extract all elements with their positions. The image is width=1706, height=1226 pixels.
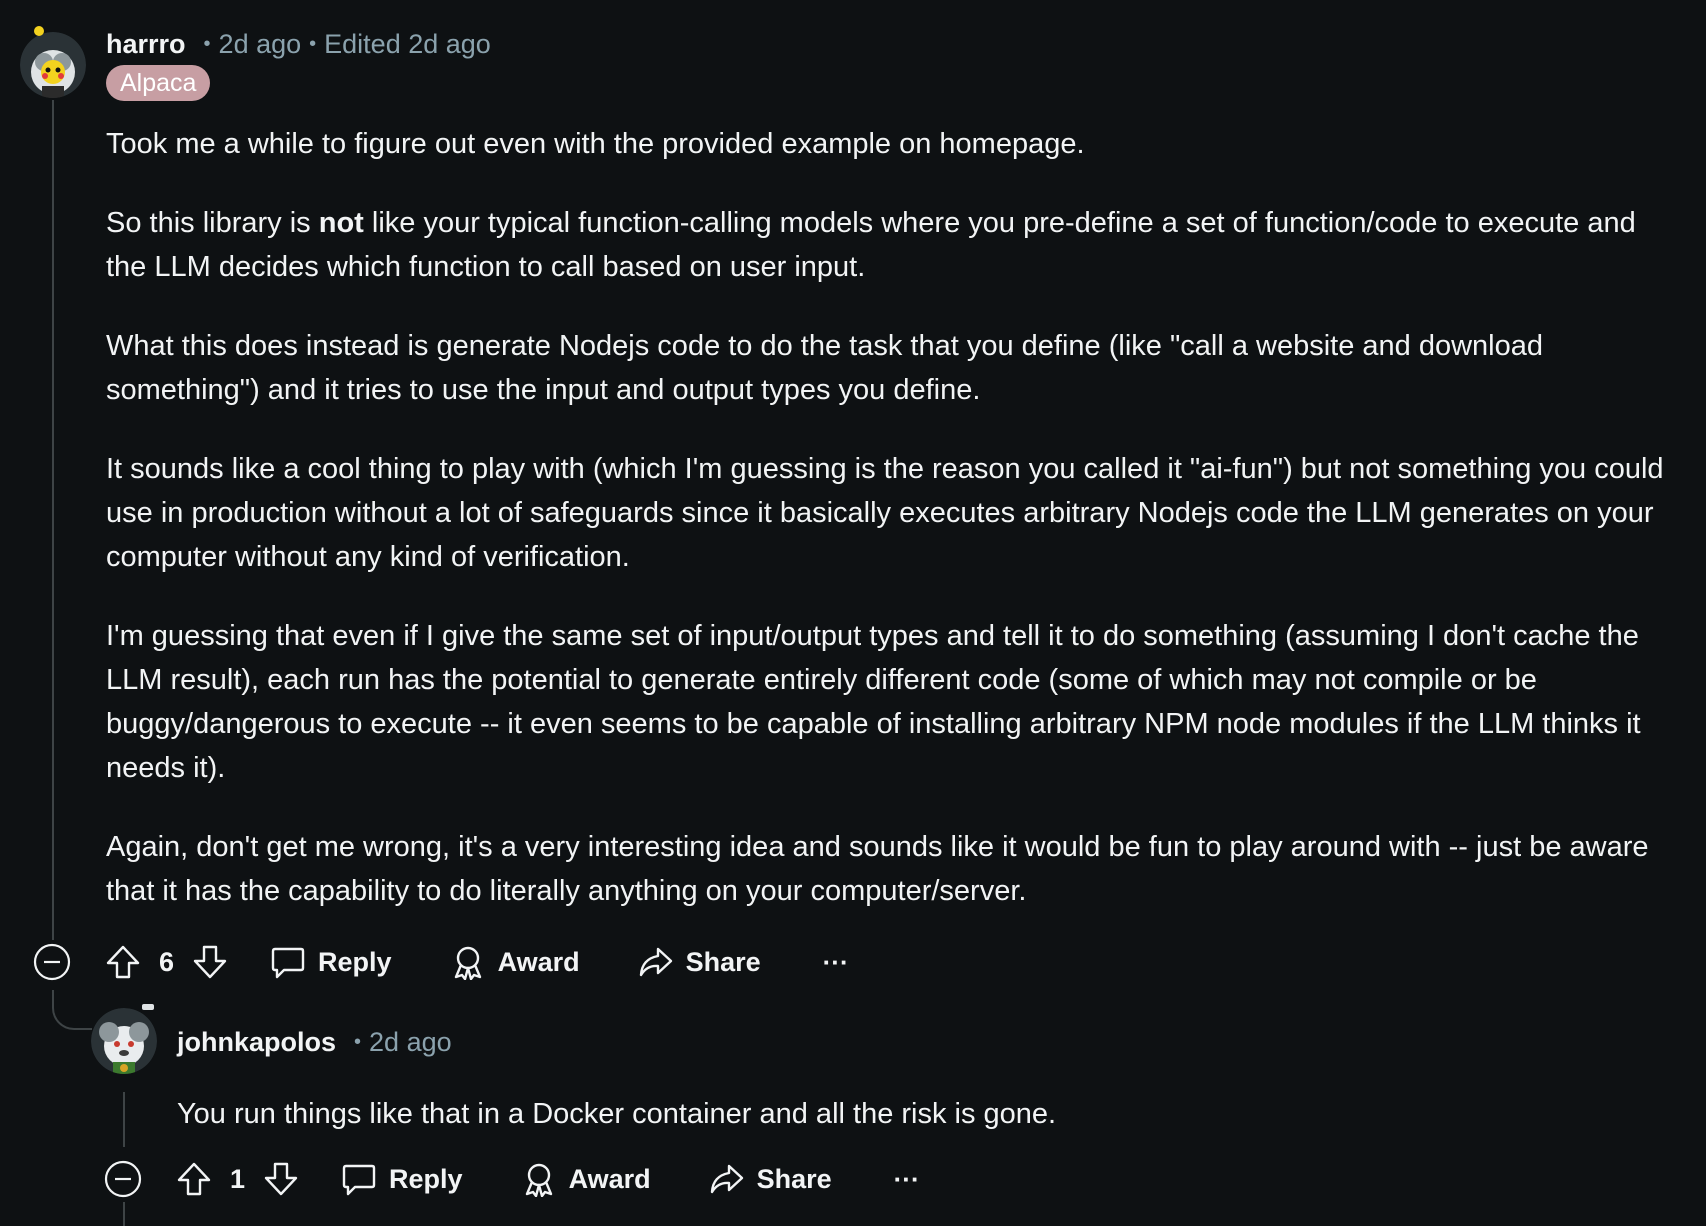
reply-button[interactable]: Reply: [270, 944, 392, 980]
share-button[interactable]: Share: [638, 944, 761, 980]
award-label: Award: [497, 946, 580, 977]
author-name[interactable]: harrro: [106, 29, 186, 60]
paragraph: It sounds like a cool thing to play with…: [106, 453, 1664, 573]
vote-count: 1: [230, 1163, 246, 1194]
reply-icon: [270, 944, 306, 980]
paragraph-text: So this library is: [106, 207, 319, 239]
edited-label: Edited 2d ago: [324, 28, 491, 59]
collapse-icon[interactable]: [104, 1160, 142, 1198]
upvote-icon[interactable]: [176, 1161, 212, 1197]
bold-text: not: [318, 207, 364, 239]
timestamp[interactable]: 2d ago: [369, 1027, 452, 1058]
reply-label: Reply: [389, 1163, 463, 1194]
separator-dot: •: [309, 32, 317, 55]
comment-body: You run things like that in a Docker con…: [177, 1092, 1657, 1136]
thread-branch: [52, 990, 92, 1030]
timestamp[interactable]: 2d ago: [219, 29, 302, 60]
award-button[interactable]: Award: [450, 944, 580, 980]
downvote-icon[interactable]: [192, 944, 228, 980]
avatar[interactable]: [91, 1008, 157, 1074]
paragraph: You run things like that in a Docker con…: [177, 1098, 1057, 1130]
share-icon: [709, 1161, 745, 1197]
paragraph: Again, don't get me wrong, it's a very i…: [106, 831, 1649, 907]
paragraph: I'm guessing that even if I give the sam…: [106, 620, 1641, 784]
action-bar: 1 Reply Award Share ···: [104, 1154, 920, 1204]
share-label: Share: [685, 946, 761, 977]
snoo-badge-icon: [142, 1004, 154, 1010]
thread-line-reply[interactable]: [123, 1092, 125, 1147]
thread-line-reply-lower[interactable]: [123, 1202, 125, 1226]
separator-dot: •: [354, 1030, 362, 1053]
author-name[interactable]: johnkapolos: [177, 1027, 336, 1058]
paragraph: Took me a while to figure out even with …: [106, 128, 1085, 160]
vote-count: 6: [159, 946, 175, 977]
award-icon: [450, 944, 486, 980]
more-icon[interactable]: ···: [823, 947, 849, 978]
comment-body: Took me a while to figure out even with …: [106, 122, 1676, 948]
online-dot-icon: [34, 26, 44, 36]
collapse-icon[interactable]: [33, 943, 71, 981]
separator-dot: •: [203, 32, 211, 55]
avatar[interactable]: [20, 32, 86, 98]
action-bar: 6 Reply Award Share ···: [33, 937, 849, 987]
more-icon[interactable]: ···: [894, 1164, 920, 1195]
comment-meta: harrro • 2d ago • Edited 2d ago: [106, 26, 491, 62]
award-button[interactable]: Award: [521, 1161, 651, 1197]
reply-button[interactable]: Reply: [341, 1161, 463, 1197]
reply-label: Reply: [318, 946, 392, 977]
user-flair: Alpaca: [106, 65, 211, 101]
comment-meta: johnkapolos • 2d ago: [177, 1024, 452, 1060]
downvote-icon[interactable]: [263, 1161, 299, 1197]
thread-line-main[interactable]: [52, 100, 54, 940]
award-label: Award: [568, 1163, 651, 1194]
paragraph: So this library is not like your typical…: [106, 201, 1676, 289]
upvote-icon[interactable]: [105, 944, 141, 980]
share-icon: [638, 944, 674, 980]
reply-icon: [341, 1161, 377, 1197]
share-button[interactable]: Share: [709, 1161, 832, 1197]
paragraph: What this does instead is generate Nodej…: [106, 330, 1544, 406]
share-label: Share: [756, 1163, 832, 1194]
award-icon: [521, 1161, 557, 1197]
